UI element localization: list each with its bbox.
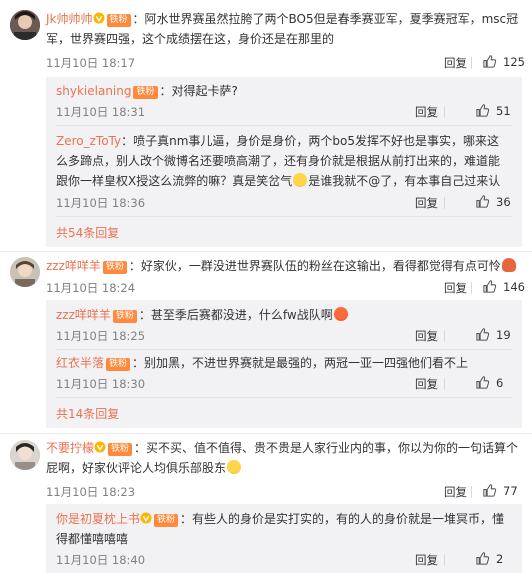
thumbs-up-icon bbox=[482, 54, 497, 69]
reply-time: 11月10日 18:25 bbox=[56, 329, 146, 343]
divider bbox=[444, 106, 445, 118]
reply-text: 你是初夏枕上书 铁粉 ：有些人的身价是实打实的，有的人的身价就是一堆冥币，懂得都懂嘻… bbox=[56, 509, 512, 549]
divider bbox=[444, 378, 445, 390]
reply-time: 11月10日 18:31 bbox=[56, 105, 146, 119]
divider bbox=[0, 251, 532, 252]
divider bbox=[56, 349, 512, 350]
thumbs-up-icon bbox=[475, 327, 490, 342]
thumbs-up-icon bbox=[475, 103, 490, 118]
thumbs-up-icon bbox=[475, 375, 490, 390]
divider bbox=[471, 486, 472, 498]
octopus-emoji-icon bbox=[501, 258, 516, 272]
reply-button[interactable]: 回复 bbox=[415, 195, 438, 211]
reply-button[interactable]: 回复 bbox=[444, 280, 467, 296]
fan-badge: 铁粉 bbox=[106, 358, 131, 371]
divider bbox=[56, 125, 512, 126]
fan-badge: 铁粉 bbox=[102, 261, 127, 274]
reply-time: 11月10日 18:40 bbox=[56, 553, 146, 567]
thumbs-up-icon bbox=[482, 483, 497, 498]
reply-username[interactable]: 红衣半落 bbox=[56, 356, 104, 370]
laughing-emoji-icon bbox=[293, 173, 308, 187]
reply-body-end: 是谁我就不@了，有本事自己过来认 bbox=[308, 174, 501, 188]
thumbs-up-icon bbox=[482, 279, 497, 294]
reply-button[interactable]: 回复 bbox=[415, 104, 438, 120]
like-button[interactable]: 77 bbox=[482, 483, 518, 498]
like-count: 6 bbox=[496, 375, 504, 390]
reply-username[interactable]: 你是初夏枕上书 bbox=[56, 512, 140, 526]
like-button[interactable]: 146 bbox=[482, 279, 525, 294]
angry-emoji-icon bbox=[333, 307, 348, 321]
like-button[interactable]: 125 bbox=[482, 54, 525, 69]
like-count: 51 bbox=[496, 103, 511, 118]
fan-badge: 铁粉 bbox=[154, 514, 179, 527]
v-badge-icon bbox=[140, 512, 152, 524]
comment-time: 11月10日 18:17 bbox=[46, 56, 136, 70]
v-badge-icon bbox=[94, 441, 106, 453]
reply-button[interactable]: 回复 bbox=[444, 55, 467, 71]
fan-badge: 铁粉 bbox=[112, 310, 137, 323]
like-count: 36 bbox=[496, 194, 511, 209]
avatar[interactable] bbox=[10, 10, 40, 40]
thumbs-up-icon bbox=[475, 551, 490, 566]
comment-username[interactable]: Jk帅帅帅 bbox=[46, 12, 93, 26]
reply-text: 红衣半落 铁粉 ：别加黑，不进世界赛就是最强的，两冠一亚一四强他们看不上 bbox=[56, 353, 512, 373]
comment-time: 11月10日 18:24 bbox=[46, 281, 136, 295]
like-count: 125 bbox=[503, 54, 525, 69]
reply-username[interactable]: Zero_zToTy bbox=[56, 134, 121, 148]
reply-time: 11月10日 18:30 bbox=[56, 377, 146, 391]
divider bbox=[56, 397, 512, 398]
reply-button[interactable]: 回复 bbox=[415, 376, 438, 392]
like-count: 146 bbox=[503, 279, 525, 294]
reply-text: shykielaning 铁粉 ：对得起卡萨? bbox=[56, 81, 512, 101]
like-count: 19 bbox=[496, 327, 511, 342]
reply-button[interactable]: 回复 bbox=[444, 484, 467, 500]
divider bbox=[471, 282, 472, 294]
divider bbox=[444, 554, 445, 566]
reply-time: 11月10日 18:36 bbox=[56, 196, 146, 210]
more-replies-link[interactable]: 共54条回复 bbox=[56, 224, 119, 241]
like-button[interactable]: 19 bbox=[475, 327, 511, 342]
reply-username[interactable]: shykielaning bbox=[56, 84, 131, 98]
like-button[interactable]: 36 bbox=[475, 194, 511, 209]
reply-text: Zero_zToTy：喷子真nm事儿逼，身价是身价，两个bo5发挥不好也是事实，… bbox=[56, 131, 506, 191]
comment-text: zzz咩咩羊 铁粉 ：好家伙，一群没进世界赛队伍的粉丝在这输出，看得都觉得有点可怜 bbox=[46, 256, 522, 276]
reply-username[interactable]: zzz咩咩羊 bbox=[56, 308, 111, 322]
divider bbox=[444, 330, 445, 342]
reply-text: zzz咩咩羊 铁粉 ：甚至季后赛都没进，什么fw战队啊 bbox=[56, 305, 512, 325]
v-badge-icon bbox=[93, 12, 105, 24]
divider bbox=[56, 216, 512, 217]
like-button[interactable]: 2 bbox=[475, 551, 503, 566]
comment-text: 不要拧檬 铁粉 ：买不买、值不值得、贵不贵是人家行业内的事，你以为你的一句话算个屁啊… bbox=[46, 438, 522, 478]
fan-badge: 铁粉 bbox=[106, 14, 131, 27]
avatar[interactable] bbox=[10, 440, 40, 470]
reply-body: ：对得起卡萨? bbox=[159, 84, 238, 98]
divider bbox=[0, 433, 532, 434]
comment-time: 11月10日 18:23 bbox=[46, 485, 136, 499]
avatar[interactable] bbox=[10, 257, 40, 287]
like-button[interactable]: 6 bbox=[475, 375, 503, 390]
comment-username[interactable]: 不要拧檬 bbox=[46, 441, 94, 455]
thumbs-up-icon bbox=[475, 194, 490, 209]
fan-badge: 铁粉 bbox=[133, 86, 158, 99]
laughing-emoji-icon bbox=[227, 460, 242, 474]
divider bbox=[471, 57, 472, 69]
like-button[interactable]: 51 bbox=[475, 103, 511, 118]
fan-badge: 铁粉 bbox=[108, 443, 133, 456]
reply-body: ：甚至季后赛都没进，什么fw战队啊 bbox=[138, 308, 333, 322]
divider bbox=[444, 197, 445, 209]
reply-button[interactable]: 回复 bbox=[415, 552, 438, 568]
comment-text: Jk帅帅帅 铁粉 ：阿水世界赛虽然拉胯了两个BO5但是春季赛亚军，夏季赛冠军，msc… bbox=[46, 9, 522, 49]
reply-body: ：别加黑，不进世界赛就是最强的，两冠一亚一四强他们看不上 bbox=[132, 356, 469, 370]
comment-body: ：好家伙，一群没进世界赛队伍的粉丝在这输出，看得都觉得有点可怜 bbox=[128, 259, 501, 273]
reply-button[interactable]: 回复 bbox=[415, 328, 438, 344]
more-replies-link[interactable]: 共14条回复 bbox=[56, 405, 119, 422]
comment-username[interactable]: zzz咩咩羊 bbox=[46, 259, 101, 273]
like-count: 2 bbox=[496, 551, 504, 566]
like-count: 77 bbox=[503, 483, 518, 498]
